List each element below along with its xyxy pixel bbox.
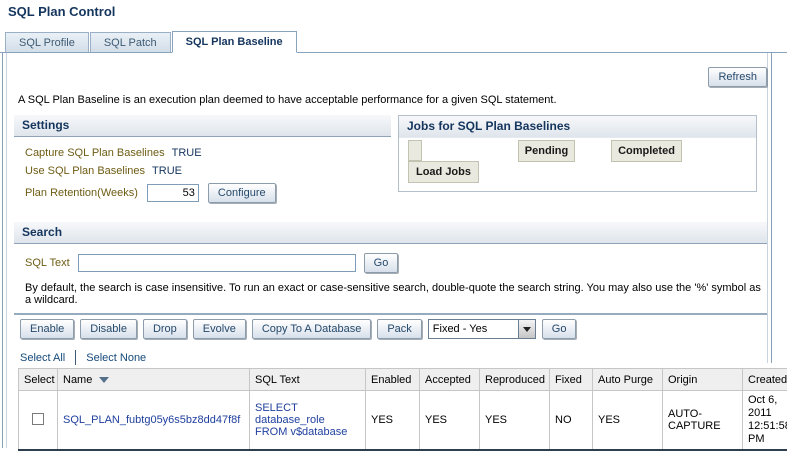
configure-button[interactable]: Configure: [208, 183, 276, 203]
search-section: Search SQL Text Go By default, the searc…: [14, 222, 767, 306]
sql-text-label: SQL Text: [25, 257, 70, 269]
baseline-name-link[interactable]: SQL_PLAN_fubtg05y6s5bz8dd47f8f: [63, 414, 240, 426]
plan-retention-label: Plan Retention(Weeks): [25, 187, 138, 199]
use-baselines-label: Use SQL Plan Baselines: [25, 165, 145, 177]
chevron-down-icon: [523, 327, 531, 332]
tab-content: Refresh A SQL Plan Baseline is an execut…: [0, 53, 787, 448]
capture-baselines-value: TRUE: [172, 147, 202, 159]
auto-purge-value: YES: [593, 391, 663, 451]
column-header-enabled[interactable]: Enabled: [366, 369, 420, 391]
jobs-section: Jobs for SQL Plan Baselines Pending Comp…: [398, 115, 757, 192]
created-value: Oct 6, 2011 12:51:58 PM: [743, 391, 787, 451]
dropdown-button[interactable]: [518, 320, 535, 338]
origin-value: AUTO-CAPTURE: [663, 391, 743, 451]
column-header-reproduced[interactable]: Reproduced: [480, 369, 550, 391]
fixed-filter-value: Fixed - Yes: [429, 320, 518, 338]
jobs-corner-cell: [408, 140, 422, 161]
column-header-auto-purge[interactable]: Auto Purge: [593, 369, 663, 391]
fixed-filter-dropdown[interactable]: Fixed - Yes: [428, 319, 536, 339]
search-hint: By default, the search is case insensiti…: [14, 282, 767, 306]
column-header-sql-text[interactable]: SQL Text: [250, 369, 366, 391]
search-header: Search: [14, 222, 767, 244]
copy-to-database-button[interactable]: Copy To A Database: [252, 319, 371, 339]
column-header-accepted[interactable]: Accepted: [420, 369, 480, 391]
selection-links: Select All Select None: [20, 350, 146, 365]
refresh-button[interactable]: Refresh: [708, 67, 767, 87]
actions-separator: [14, 313, 767, 315]
use-baselines-value: TRUE: [152, 165, 182, 177]
fixed-value: NO: [550, 391, 593, 451]
baselines-table: Select Name SQL Text Enabled Accepted Re…: [18, 368, 787, 451]
column-header-origin[interactable]: Origin: [663, 369, 743, 391]
jobs-row-load-jobs: Load Jobs: [408, 161, 479, 183]
reproduced-value: YES: [480, 391, 550, 451]
select-none-link[interactable]: Select None: [86, 352, 146, 364]
row-checkbox[interactable]: [32, 413, 44, 425]
jobs-col-pending: Pending: [518, 140, 575, 162]
settings-section: Settings Capture SQL Plan Baselines TRUE…: [14, 115, 391, 203]
table-header-row: Select Name SQL Text Enabled Accepted Re…: [19, 369, 787, 391]
sql-text-link[interactable]: SELECT database_role FROM v$database: [255, 402, 347, 438]
plan-retention-input[interactable]: [147, 184, 199, 202]
actions-toolbar: Enable Disable Drop Evolve Copy To A Dat…: [20, 319, 576, 339]
page-title: SQL Plan Control: [8, 4, 115, 19]
enabled-value: YES: [366, 391, 420, 451]
pack-button[interactable]: Pack: [377, 319, 421, 339]
disable-button[interactable]: Disable: [80, 319, 137, 339]
tab-sql-patch[interactable]: SQL Patch: [90, 32, 171, 52]
sort-descending-icon: [99, 377, 109, 383]
evolve-button[interactable]: Evolve: [193, 319, 246, 339]
link-divider: [75, 350, 76, 365]
column-header-fixed[interactable]: Fixed: [550, 369, 593, 391]
table-row: SQL_PLAN_fubtg05y6s5bz8dd47f8f SELECT da…: [19, 391, 787, 451]
jobs-header: Jobs for SQL Plan Baselines: [399, 116, 756, 138]
column-header-name[interactable]: Name: [58, 369, 250, 391]
tab-sql-profile[interactable]: SQL Profile: [5, 32, 89, 52]
enable-button[interactable]: Enable: [20, 319, 74, 339]
tab-bar: SQL Profile SQL Patch SQL Plan Baseline: [0, 29, 787, 53]
baseline-description: A SQL Plan Baseline is an execution plan…: [18, 94, 557, 106]
search-go-button[interactable]: Go: [364, 253, 399, 273]
tab-sql-plan-baseline[interactable]: SQL Plan Baseline: [172, 31, 297, 53]
column-header-created[interactable]: Created: [743, 369, 787, 391]
capture-baselines-label: Capture SQL Plan Baselines: [25, 147, 165, 159]
select-all-link[interactable]: Select All: [20, 352, 65, 364]
jobs-col-completed: Completed: [611, 140, 682, 162]
column-header-select: Select: [19, 369, 58, 391]
accepted-value: YES: [420, 391, 480, 451]
column-header-name-label: Name: [63, 374, 92, 386]
actions-go-button[interactable]: Go: [542, 319, 577, 339]
sql-text-input[interactable]: [78, 254, 356, 272]
drop-button[interactable]: Drop: [143, 319, 187, 339]
settings-header: Settings: [14, 115, 391, 137]
